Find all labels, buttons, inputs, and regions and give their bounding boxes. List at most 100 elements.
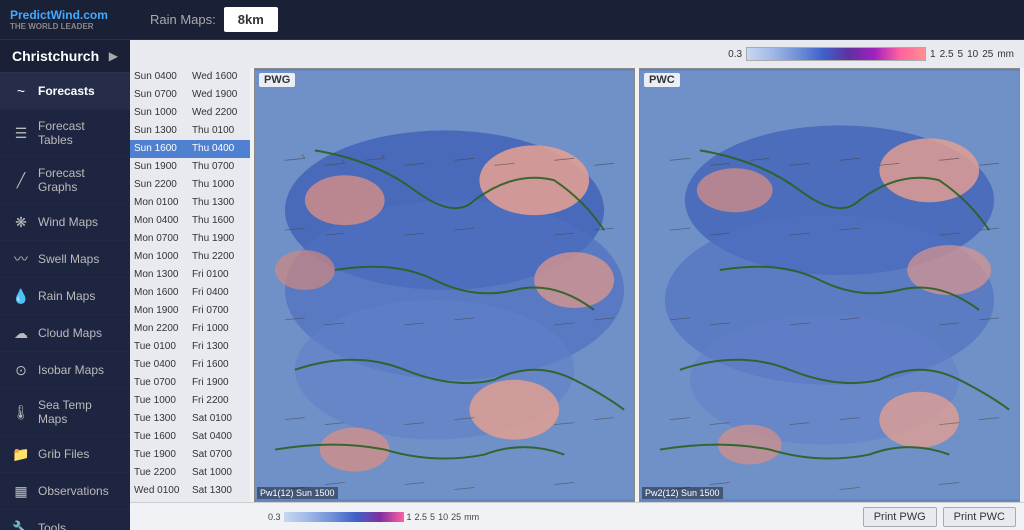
top-nav: PredictWind.com THE WORLD LEADER Rain Ma… <box>0 0 1024 40</box>
sidebar-items-container: ~ Forecasts ☰ Forecast Tables ╱ Forecast… <box>0 73 130 530</box>
sidebar: Christchurch ▶ ~ Forecasts ☰ Forecast Ta… <box>0 40 130 530</box>
time-row-13[interactable]: Mon 1900 Fri 0700 <box>130 302 250 320</box>
scale-labels: 0.3 1 2.5 5 10 25 mm <box>728 47 1014 61</box>
time-row-21[interactable]: Tue 1900 Sat 0700 <box>130 446 250 464</box>
chevron-right-icon: ▶ <box>109 49 118 63</box>
location-header[interactable]: Christchurch ▶ <box>0 40 130 73</box>
time-row-1[interactable]: Sun 0700 Wed 1900 <box>130 86 250 104</box>
sidebar-item-forecasts[interactable]: ~ Forecasts <box>0 73 130 110</box>
sidebar-item-forecast-graphs[interactable]: ╱ Forecast Graphs <box>0 157 130 204</box>
grib-files-icon: 📁 <box>12 445 30 463</box>
sidebar-label-rain-maps: Rain Maps <box>38 289 95 303</box>
time-row-20[interactable]: Tue 1600 Sat 0400 <box>130 428 250 446</box>
time-right-2: Wed 2200 <box>192 106 246 120</box>
time-row-22[interactable]: Tue 2200 Sat 1000 <box>130 464 250 482</box>
time-row-9[interactable]: Mon 0700 Thu 1900 <box>130 230 250 248</box>
isobar-maps-icon: ⊙ <box>12 361 30 379</box>
time-right-22: Sat 1000 <box>192 466 246 480</box>
sidebar-item-grib-files[interactable]: 📁 Grib Files <box>0 436 130 473</box>
time-right-8: Thu 1600 <box>192 214 246 228</box>
time-row-7[interactable]: Mon 0100 Thu 1300 <box>130 194 250 212</box>
time-left-5: Sun 1900 <box>134 160 192 174</box>
time-left-3: Sun 1300 <box>134 124 192 138</box>
time-right-3: Thu 0100 <box>192 124 246 138</box>
sidebar-item-forecast-tables[interactable]: ☰ Forecast Tables <box>0 110 130 157</box>
time-right-6: Thu 1000 <box>192 178 246 192</box>
sidebar-label-cloud-maps: Cloud Maps <box>38 326 102 340</box>
time-left-14: Mon 2200 <box>134 322 192 336</box>
scale-val-1: 0.3 <box>728 49 742 60</box>
time-row-10[interactable]: Mon 1000 Thu 2200 <box>130 248 250 266</box>
time-right-16: Fri 1600 <box>192 358 246 372</box>
time-right-21: Sat 0700 <box>192 448 246 462</box>
maps-row: Sun 0400 Wed 1600 Sun 0700 Wed 1900 Sun … <box>130 68 1024 502</box>
sidebar-item-isobar-maps[interactable]: ⊙ Isobar Maps <box>0 352 130 389</box>
time-right-11: Fri 0100 <box>192 268 246 282</box>
time-row-14[interactable]: Mon 2200 Fri 1000 <box>130 320 250 338</box>
sidebar-item-cloud-maps[interactable]: ☁ Cloud Maps <box>0 315 130 352</box>
forecast-graphs-icon: ╱ <box>12 171 30 189</box>
time-right-17: Fri 1900 <box>192 376 246 390</box>
time-right-18: Fri 2200 <box>192 394 246 408</box>
sea-temp-maps-icon: 🌡 <box>12 403 30 421</box>
cloud-maps-icon: ☁ <box>12 324 30 342</box>
time-row-3[interactable]: Sun 1300 Thu 0100 <box>130 122 250 140</box>
tab-8km[interactable]: 8km <box>224 7 278 32</box>
sidebar-item-swell-maps[interactable]: 〰 Swell Maps <box>0 241 130 278</box>
time-left-9: Mon 0700 <box>134 232 192 246</box>
time-row-15[interactable]: Tue 0100 Fri 1300 <box>130 338 250 356</box>
time-row-8[interactable]: Mon 0400 Thu 1600 <box>130 212 250 230</box>
time-left-18: Tue 1000 <box>134 394 192 408</box>
time-row-0[interactable]: Sun 0400 Wed 1600 <box>130 68 250 86</box>
sidebar-item-tools[interactable]: 🔧 Tools <box>0 510 130 530</box>
time-left-11: Mon 1300 <box>134 268 192 282</box>
forecasts-icon: ~ <box>12 82 30 100</box>
sidebar-label-tools: Tools <box>38 521 66 530</box>
sidebar-label-forecasts: Forecasts <box>38 84 95 98</box>
sidebar-item-sea-temp-maps[interactable]: 🌡 Sea Temp Maps <box>0 389 130 436</box>
time-right-13: Fri 0700 <box>192 304 246 318</box>
scale-unit: mm <box>997 49 1014 60</box>
time-left-8: Mon 0400 <box>134 214 192 228</box>
sidebar-item-observations[interactable]: ▦ Observations <box>0 473 130 510</box>
sidebar-label-observations: Observations <box>38 484 109 498</box>
time-row-17[interactable]: Tue 0700 Fri 1900 <box>130 374 250 392</box>
time-right-9: Thu 1900 <box>192 232 246 246</box>
time-list[interactable]: Sun 0400 Wed 1600 Sun 0700 Wed 1900 Sun … <box>130 68 250 502</box>
time-row-23[interactable]: Wed 0100 Sat 1300 <box>130 482 250 500</box>
location-name: Christchurch <box>12 48 99 64</box>
print-pwg-button[interactable]: Print PWG <box>863 507 937 527</box>
time-right-4: Thu 0400 <box>192 142 246 156</box>
time-row-12[interactable]: Mon 1600 Fri 0400 <box>130 284 250 302</box>
time-row-16[interactable]: Tue 0400 Fri 1600 <box>130 356 250 374</box>
print-pwc-button[interactable]: Print PWC <box>943 507 1016 527</box>
time-right-5: Thu 0700 <box>192 160 246 174</box>
time-left-23: Wed 0100 <box>134 484 192 498</box>
rain-maps-icon: 💧 <box>12 287 30 305</box>
sidebar-label-forecast-tables: Forecast Tables <box>38 119 118 147</box>
time-row-4[interactable]: Sun 1600 Thu 0400 <box>130 140 250 158</box>
sidebar-label-grib-files: Grib Files <box>38 447 89 461</box>
sidebar-item-wind-maps[interactable]: ❋ Wind Maps <box>0 204 130 241</box>
sidebar-label-forecast-graphs: Forecast Graphs <box>38 166 118 194</box>
sidebar-item-rain-maps[interactable]: 💧 Rain Maps <box>0 278 130 315</box>
time-left-21: Tue 1900 <box>134 448 192 462</box>
bottom-scale-val4: 5 <box>430 512 435 522</box>
bottom-scale-gradient <box>284 512 404 522</box>
time-left-6: Sun 2200 <box>134 178 192 192</box>
time-row-2[interactable]: Sun 1000 Wed 2200 <box>130 104 250 122</box>
time-right-1: Wed 1900 <box>192 88 246 102</box>
time-left-4: Sun 1600 <box>134 142 192 156</box>
time-left-1: Sun 0700 <box>134 88 192 102</box>
scale-val-2: 1 <box>930 49 936 60</box>
sidebar-label-swell-maps: Swell Maps <box>38 252 99 266</box>
map-panel-pwc: PWC <box>639 68 1020 502</box>
time-row-6[interactable]: Sun 2200 Thu 1000 <box>130 176 250 194</box>
time-row-5[interactable]: Sun 1900 Thu 0700 <box>130 158 250 176</box>
map-panel-pwg: PWG <box>254 68 635 502</box>
time-row-19[interactable]: Tue 1300 Sat 0100 <box>130 410 250 428</box>
tools-icon: 🔧 <box>12 519 30 530</box>
time-row-18[interactable]: Tue 1000 Fri 2200 <box>130 392 250 410</box>
sidebar-label-isobar-maps: Isobar Maps <box>38 363 104 377</box>
time-row-11[interactable]: Mon 1300 Fri 0100 <box>130 266 250 284</box>
